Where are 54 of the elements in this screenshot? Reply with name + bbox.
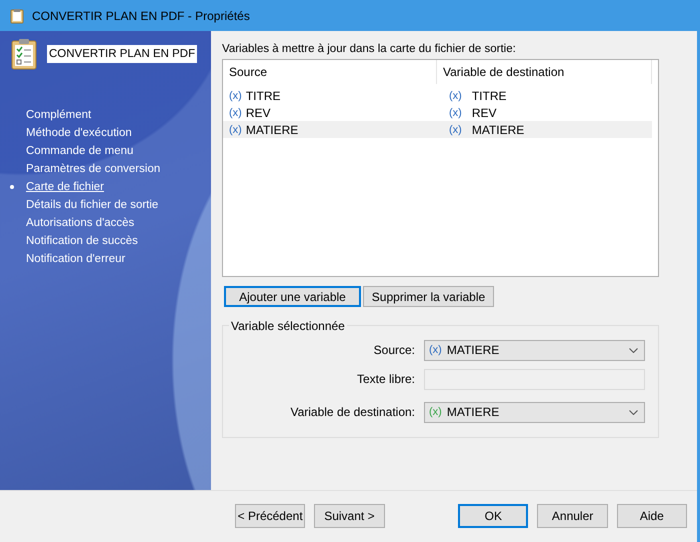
source-dropdown[interactable]: (x) MATIERE [424, 340, 645, 360]
variable-icon: (x) [449, 124, 462, 136]
list-cell[interactable]: (x) TITRE [443, 87, 652, 104]
variable-icon: (x) [449, 106, 462, 118]
list-cell[interactable]: (x) MATIERE [223, 121, 443, 138]
sidebar-link[interactable]: Autorisations d'accès [26, 217, 134, 229]
dropdown-value: MATIERE [446, 405, 500, 419]
variable-list[interactable]: Source Variable de destination (x) TITRE (x) TITRE (x) REV (x) REV (x) MATIERE (x) MATIERE [222, 59, 659, 277]
list-cell[interactable]: (x) REV [223, 104, 443, 121]
list-label: Variables à mettre à jour dans la carte du fichier de sortie: [222, 43, 517, 57]
dropdown-value: MATIERE [446, 343, 500, 357]
list-cell[interactable]: (x) MATIERE [443, 121, 652, 138]
window-title: CONVERTIR PLAN EN PDF - Propriétés [32, 8, 250, 22]
clipboard-checklist-icon [11, 38, 37, 70]
nav-button[interactable]: < Précédent [235, 504, 306, 528]
group-title: Variable sélectionnée [229, 319, 347, 333]
sidebar-link[interactable]: Commande de menu [26, 145, 134, 157]
sidebar-link[interactable]: Méthode d'exécution [26, 127, 132, 139]
chevron-down-icon [629, 410, 638, 414]
field-label: Variable de destination: [289, 405, 416, 419]
nav-button[interactable]: Suivant > [314, 504, 385, 528]
dialog-button[interactable]: Annuler [537, 504, 608, 528]
variable-icon: (x) [429, 344, 442, 356]
field-label: Texte libre: [356, 372, 416, 386]
variable-icon: (x) [229, 106, 242, 118]
list-button[interactable]: Ajouter une variable [224, 286, 361, 307]
chevron-down-icon [629, 348, 638, 352]
sidebar-link[interactable]: Carte de fichier [26, 181, 104, 193]
column-header[interactable]: Variable de destination [437, 60, 652, 84]
clipboard-icon [10, 8, 24, 24]
variable-icon: (x) [449, 90, 462, 102]
component-name: CONVERTIR PLAN EN PDF [47, 45, 198, 63]
cell-text: MATIERE [246, 122, 298, 136]
sidebar-link[interactable]: Complément [26, 109, 92, 121]
sidebar-link[interactable]: Notification de succès [26, 235, 138, 247]
sidebar-link[interactable]: Notification d'erreur [26, 253, 126, 265]
sidebar-link[interactable]: Paramètres de conversion [26, 163, 160, 175]
sidebar-link[interactable]: Détails du fichier de sortie [26, 199, 158, 211]
field-label: Source: [372, 343, 416, 357]
list-button[interactable]: Supprimer la variable [363, 286, 494, 307]
variable-icon: (x) [229, 124, 242, 136]
list-cell[interactable]: (x) REV [443, 104, 652, 121]
variable-icon: (x) [429, 406, 442, 418]
variable-icon: (x) [229, 90, 242, 102]
cell-text: TITRE [246, 88, 280, 102]
dialog-button[interactable]: Aide [616, 504, 687, 528]
destination-dropdown[interactable]: (x) MATIERE [424, 402, 645, 422]
cell-text: REV [246, 106, 271, 120]
column-header[interactable]: Source [223, 60, 437, 84]
cell-text: MATIERE [472, 122, 524, 136]
list-cell[interactable]: (x) TITRE [223, 87, 443, 104]
cell-text: TITRE [472, 88, 506, 102]
dialog-button[interactable]: OK [458, 504, 528, 528]
cell-text: REV [472, 106, 497, 120]
